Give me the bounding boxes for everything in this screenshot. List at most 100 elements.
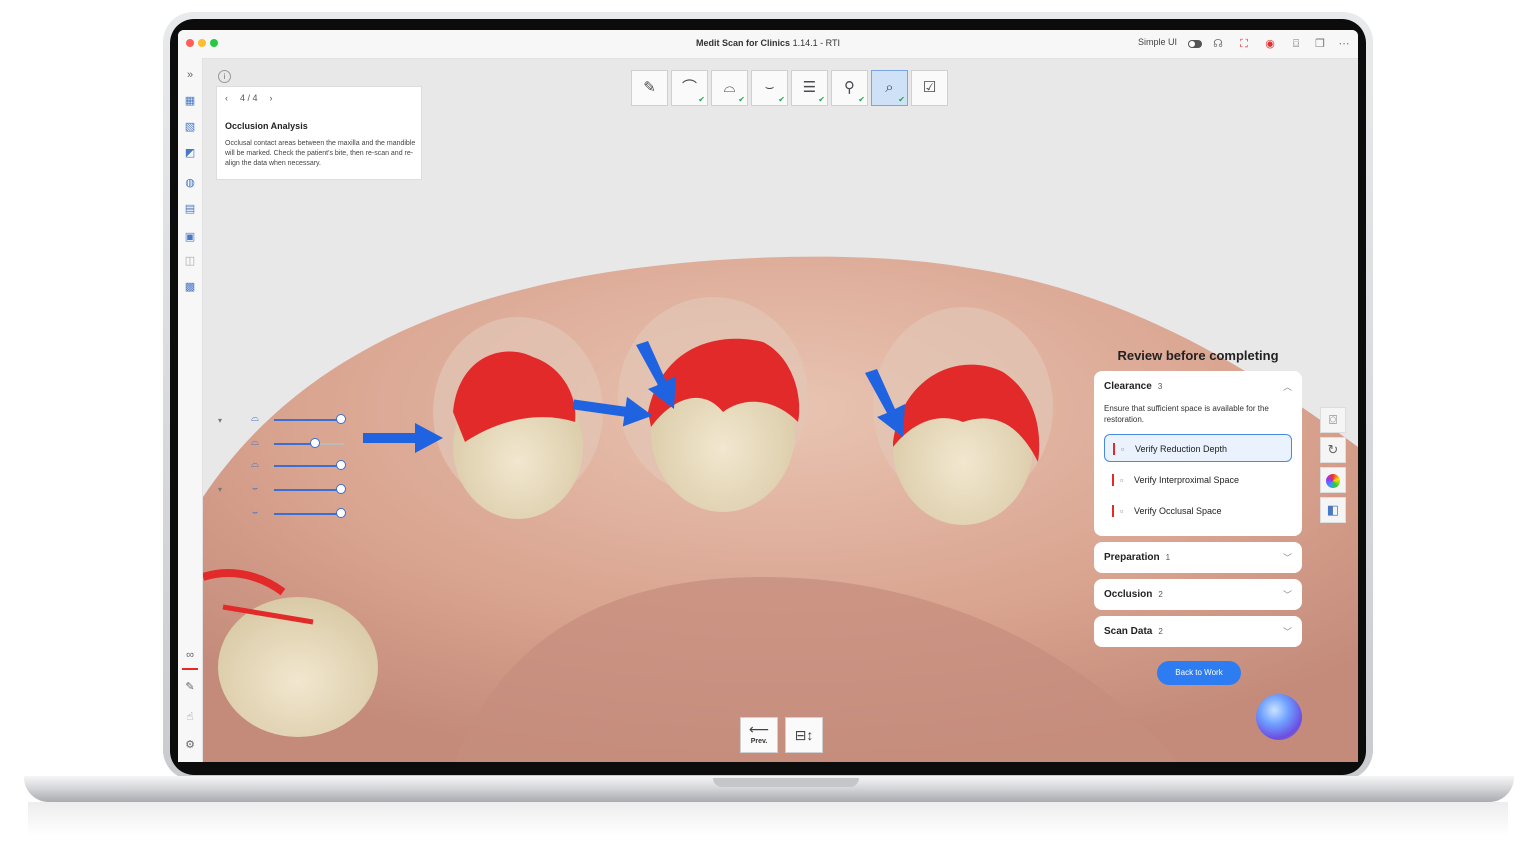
lower-extra-layer-icon: ⌣ [251,507,259,518]
step-mandible[interactable]: ⌣ ✔ [751,70,788,106]
step-alignment[interactable]: ⚲ ✔ [831,70,868,106]
step-preparation-scan[interactable]: ⌒ ✔ [671,70,708,106]
arch-icon[interactable]: ▤ [182,202,198,216]
simple-ui-toggle[interactable] [1188,40,1202,48]
left-toolbar: » ▦ ▧ ◩ ◍ ▤ ▣ ◫ ▩ ∞ ✎ ☝ ⚙ [178,58,203,762]
more-icon[interactable]: ⋯ [1338,38,1350,50]
chevron-up-icon[interactable]: ︿ [1283,380,1292,393]
info-icon[interactable]: i [218,70,231,83]
back-to-work-button[interactable]: Back to Work [1157,661,1241,685]
pre-op-layer-icon: ⌓ [251,459,259,470]
rotate-icon: ↻ [1327,442,1339,457]
prev-button[interactable]: ⟵ Prev. [740,717,778,753]
interproximal-icon: ▫ [1120,475,1124,485]
status-bar [1112,474,1114,486]
preparation-layer-icon: ⌓ [251,437,259,448]
arrow-indicator-1 [363,423,443,453]
collapse-lower-icon[interactable]: ▾ [218,485,222,494]
record-icon[interactable]: ◉ [1264,38,1276,50]
review-title: Review before completing [1117,348,1279,363]
step-memo[interactable]: ✎ [631,70,668,106]
next-step-icon[interactable]: › [270,93,273,103]
measure-icon[interactable]: ✎ [182,680,198,694]
reset-view-tool[interactable]: ↻ [1320,437,1346,463]
title-bar: Medit Scan for Clinics 1.14.1 - RTI Simp… [178,30,1358,59]
window-title: Medit Scan for Clinics 1.14.1 - RTI [696,38,840,48]
windows-icon[interactable]: ❐ [1314,38,1326,50]
app-window: Medit Scan for Clinics 1.14.1 - RTI Simp… [178,30,1358,762]
arrow-indicator-4 [865,369,905,437]
lower-jaw-layer-icon: ⌣ [251,483,259,494]
section-scan-data[interactable]: Scan Data 2 ﹀ [1094,616,1302,647]
chevron-down-icon[interactable]: ﹀ [1283,588,1292,601]
upper-jaw-icon: ⌒ [681,79,697,96]
cube-icon: ◧ [1326,502,1340,517]
link-icon[interactable]: ∞ [182,648,198,662]
color-map-tool[interactable] [1320,467,1346,493]
color-wheel-icon [1326,473,1340,488]
analysis-icon[interactable]: ▩ [182,280,198,294]
tooth-select-icon[interactable]: ◍ [182,176,198,190]
ai-assistant-orb[interactable] [1256,694,1302,740]
section-header[interactable]: Clearance 3 [1104,381,1162,392]
verify-interproximal-space[interactable]: ▫ Verify Interproximal Space [1104,466,1292,494]
verify-reduction-depth[interactable]: ▫ Verify Reduction Depth [1104,434,1292,462]
simple-ui-label: Simple UI [1138,37,1178,47]
verify-occlusal-space[interactable]: ▫ Verify Occlusal Space [1104,497,1292,525]
occlusal-icon: ▫ [1120,506,1124,516]
align-icon[interactable]: ▣ [182,230,198,244]
camera-icon: ⌼ [1329,412,1337,427]
step-title: Occlusion Analysis [225,121,308,131]
memo-icon: ✎ [643,79,656,96]
count-badge: 2 [1158,627,1163,636]
upper-jaw-layer-icon: ⌓ [251,413,259,424]
view-cube-tool[interactable]: ◧ [1320,497,1346,523]
section-clearance: Clearance 3 ︿ Ensure that sufficient spac… [1094,371,1302,536]
scan-upper-icon[interactable]: ▦ [182,94,198,108]
arrow-indicator-3 [636,341,676,409]
step-complete[interactable]: ☑ [911,70,948,106]
step-pager: ‹ 4 / 4 › [225,93,285,103]
section-occlusion[interactable]: Occlusion 2 ﹀ [1094,579,1302,610]
check-icon: ✔ [858,95,865,104]
collapse-upper-icon[interactable]: ▾ [218,416,222,425]
maxilla-icon: ⌓ [723,79,736,96]
step-occlusion[interactable]: ☰ ✔ [791,70,828,106]
check-icon: ✔ [698,95,705,104]
screen-capture-icon[interactable]: ⛶ [1238,38,1250,50]
expand-icon[interactable]: » [182,68,198,82]
occlusion-scan-icon: ☰ [802,79,817,96]
headset-icon[interactable]: ☊ [1212,38,1224,50]
step-info-card: ‹ 4 / 4 › Occlusion Analysis Occlusal cont… [216,86,422,180]
occlusion-icon[interactable]: ◫ [182,254,198,268]
arrow-left-icon: ⟵ [748,721,770,737]
count-badge: 3 [1157,382,1163,391]
step-occlusion-analysis[interactable]: ⌕ ✔ [871,70,908,106]
chevron-down-icon[interactable]: ﹀ [1283,625,1292,638]
step-description: Occlusal contact areas between the maxil… [225,140,416,167]
camera-icon[interactable]: ⌼ [1290,38,1302,50]
edit-data-icon[interactable]: ▧ [182,120,198,134]
count-badge: 2 [1158,590,1163,599]
check-icon: ✔ [778,95,785,104]
status-bar [1113,443,1115,455]
settings-icon[interactable]: ⚙ [182,738,198,752]
jaw-open-icon: ⊟↕ [794,727,814,743]
laptop-notch [713,778,859,787]
check-icon: ✔ [818,95,825,104]
check-icon: ✔ [738,95,745,104]
step-maxilla[interactable]: ⌓ ✔ [711,70,748,106]
count-badge: 1 [1165,553,1171,562]
analysis-search-icon: ⌕ [885,79,894,96]
checklist-icon: ☑ [922,79,937,96]
chevron-down-icon[interactable]: ﹀ [1283,551,1292,564]
mandible-icon: ⌣ [764,79,775,96]
prev-step-icon[interactable]: ‹ [225,93,228,103]
trim-icon[interactable]: ◩ [182,146,198,160]
hand-icon[interactable]: ☝ [182,710,198,724]
section-preparation[interactable]: Preparation 1 ﹀ [1094,542,1302,573]
screenshot-tool[interactable]: ⌼ [1320,407,1346,433]
active-indicator [182,668,198,670]
open-close-jaw-button[interactable]: ⊟↕ [785,717,823,753]
alignment-icon: ⚲ [844,79,855,96]
